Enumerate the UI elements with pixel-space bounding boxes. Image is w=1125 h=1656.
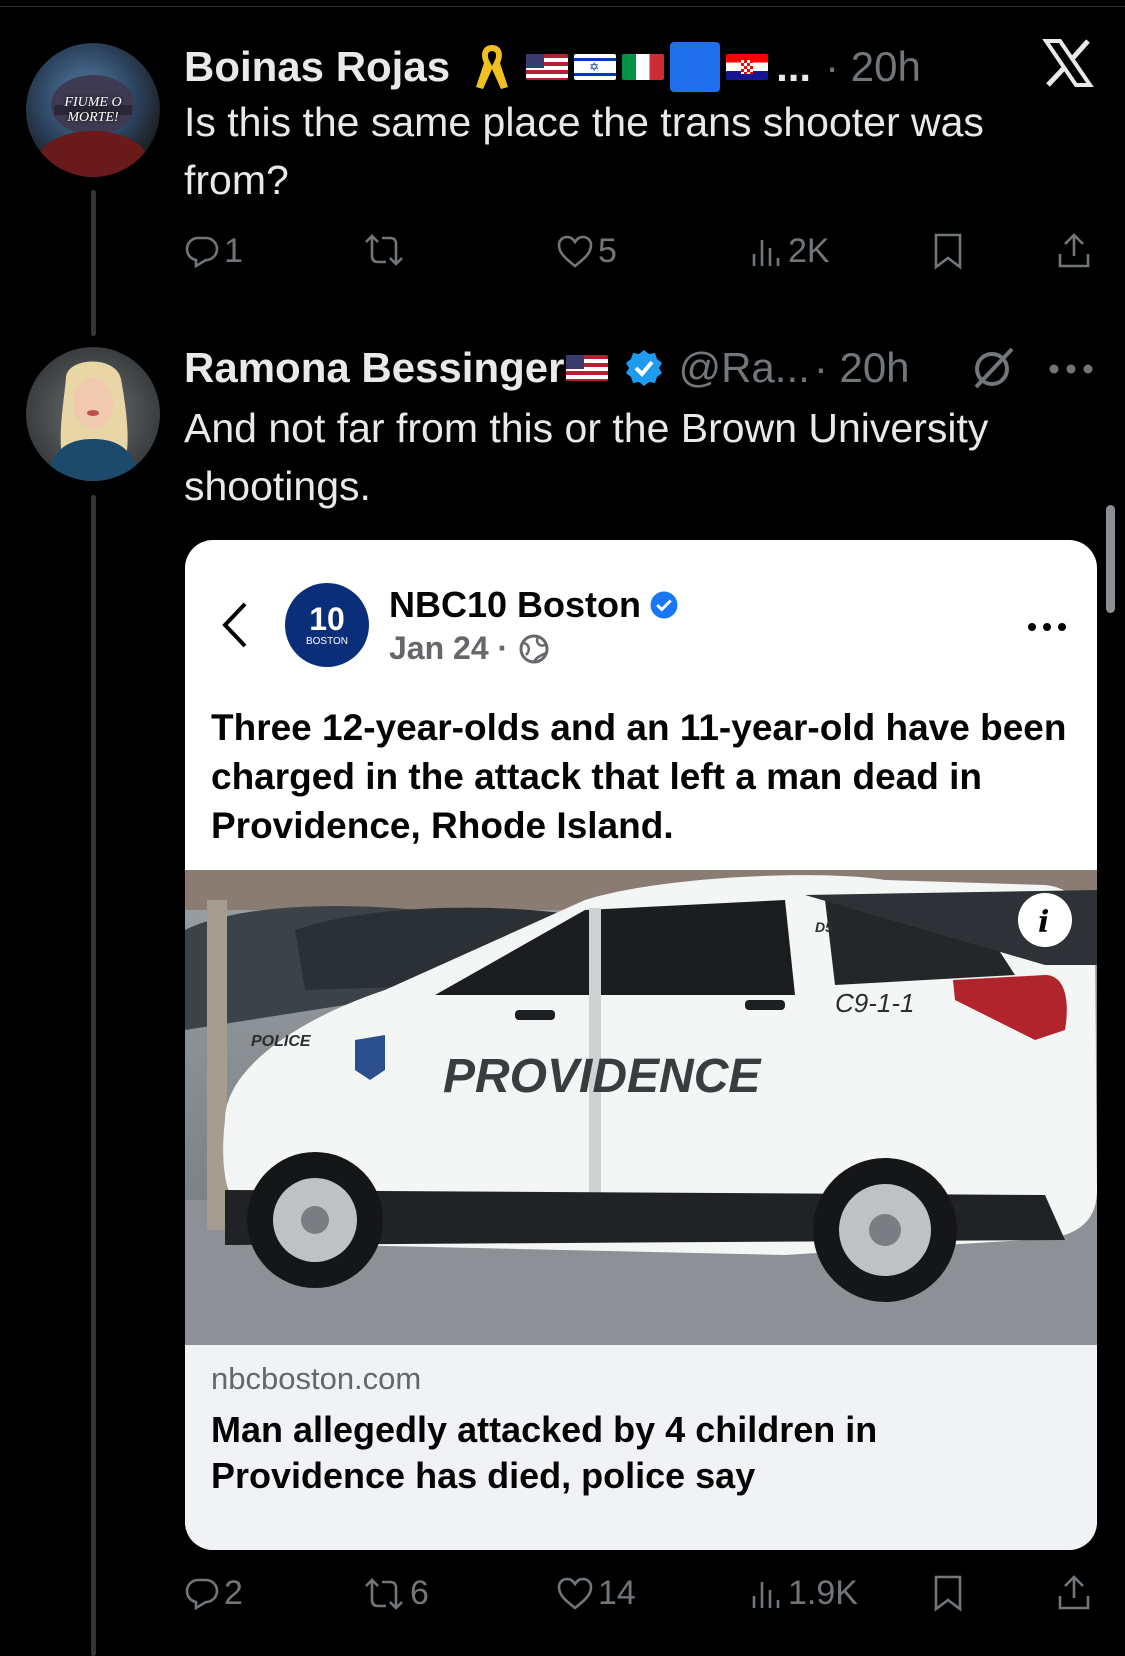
link-preview[interactable]: nbcboston.com Man allegedly attacked by …	[185, 1345, 1097, 1550]
tweet2-handle[interactable]: @Ra...	[678, 344, 809, 392]
reply-count: 2	[224, 1574, 243, 1612]
retweet-icon	[365, 234, 403, 266]
flag-us	[526, 54, 569, 80]
avatar-caption: FIUME O MORTE!	[48, 95, 138, 125]
views-count: 1.9K	[788, 1574, 858, 1612]
bookmark-icon	[934, 233, 962, 270]
tweet1-name-truncation: ...	[776, 43, 812, 90]
info-icon[interactable]: i	[1038, 905, 1049, 940]
like-icon	[557, 235, 593, 268]
retweet-icon	[365, 1577, 403, 1610]
thread-connector-continued	[91, 495, 96, 1656]
avatar-caption-line1: FIUME O	[64, 95, 122, 110]
bookmark-button[interactable]	[932, 232, 964, 270]
page-name: NBC10 Boston	[389, 584, 642, 625]
avatar-ramona-bessinger[interactable]	[26, 347, 160, 481]
tweet1-time[interactable]: · 20h	[825, 43, 921, 91]
share-button[interactable]	[1056, 1574, 1092, 1612]
share-button[interactable]	[1056, 232, 1092, 270]
tweet1-text: Is this the same place the trans shooter…	[184, 99, 984, 203]
bookmark-icon	[934, 1575, 962, 1612]
like-button[interactable]: 5	[556, 232, 617, 271]
scrollbar[interactable]	[1106, 505, 1115, 613]
share-icon	[1058, 1575, 1090, 1610]
flag-israel: ✡	[574, 54, 617, 80]
verified-icon	[650, 591, 678, 619]
views-count: 2K	[788, 232, 830, 270]
ribbon-icon	[476, 45, 509, 89]
reply-icon	[185, 1578, 219, 1610]
like-icon	[557, 1577, 593, 1610]
blue-square-emoji	[670, 42, 721, 92]
reply-button[interactable]: 2	[184, 1574, 243, 1613]
flag-croatia	[726, 54, 769, 80]
views-button[interactable]: 2K	[748, 232, 830, 271]
reply-button[interactable]: 1	[184, 232, 243, 271]
like-count: 5	[598, 232, 617, 270]
tweet2-time[interactable]: · 20h	[814, 344, 910, 392]
verified-icon	[626, 350, 663, 386]
facebook-post-header: 10 BOSTON NBC10 Boston Jan 24 ·	[185, 540, 1097, 680]
page-name-row: NBC10 Boston	[389, 584, 679, 626]
tweet2-actions: 2 6 14 1.9K	[184, 1574, 1090, 1630]
reply-count: 1	[224, 232, 243, 270]
post-date-row: Jan 24 ·	[389, 630, 550, 667]
like-count: 14	[598, 1574, 636, 1612]
embedded-post-image[interactable]: 10 BOSTON NBC10 Boston Jan 24 · Three 12…	[185, 540, 1097, 1550]
nbc10-logo: 10 BOSTON	[285, 583, 369, 667]
avatar-boinas-rojas[interactable]: FIUME O MORTE!	[26, 43, 160, 177]
like-button[interactable]: 14	[556, 1574, 636, 1613]
views-icon	[752, 1581, 780, 1608]
photo-text-providence: PROVIDENCE	[443, 1050, 762, 1103]
flag-italy	[622, 54, 665, 80]
tweet2-text: And not far from this or the Brown Unive…	[184, 405, 989, 509]
avatar-caption-line2: MORTE!	[67, 110, 119, 125]
link-domain: nbcboston.com	[211, 1361, 422, 1396]
globe-icon	[519, 634, 549, 663]
tweet1-actions: 1 5 2K	[184, 232, 1090, 288]
logo-sub: BOSTON	[305, 636, 349, 647]
tweet2-author-name[interactable]: Ramona Bessinger	[184, 344, 564, 392]
back-arrow-icon[interactable]	[219, 600, 253, 650]
retweet-button[interactable]	[362, 232, 406, 268]
more-icon[interactable]	[1048, 362, 1094, 376]
top-divider	[0, 6, 1125, 7]
bookmark-button[interactable]	[932, 1574, 964, 1612]
post-date: Jan 24 ·	[389, 630, 509, 666]
retweet-button[interactable]: 6	[362, 1574, 429, 1613]
more-icon[interactable]	[1027, 621, 1067, 633]
tweet1-header: Boinas Rojas ✡ ... · 20h	[184, 38, 921, 96]
police-car-photo: PROVIDENCE POLICE D5 C9-1-1 i	[185, 870, 1097, 1345]
post-body-text: Three 12-year-olds and an 11-year-old ha…	[211, 707, 1067, 846]
tweet1-author-name[interactable]: Boinas Rojas	[184, 43, 450, 91]
photo-text-phone: C9-1-1	[835, 988, 914, 1018]
grok-icon[interactable]	[970, 345, 1016, 391]
thread-connector	[91, 190, 96, 336]
photo-text-unit: D5	[815, 919, 833, 935]
reply-icon	[185, 236, 219, 268]
views-icon	[752, 239, 780, 266]
retweet-count: 6	[410, 1574, 429, 1612]
views-button[interactable]: 1.9K	[748, 1574, 858, 1613]
photo-text-police: POLICE	[251, 1033, 312, 1050]
x-logo-icon[interactable]	[1042, 37, 1094, 89]
logo-number: 10	[309, 601, 345, 637]
link-headline: Man allegedly attacked by 4 children in …	[211, 1409, 878, 1496]
portrait-image	[46, 361, 140, 481]
share-icon	[1058, 233, 1090, 268]
tweet2-header: Ramona Bessinger @Ra... · 20h	[184, 340, 910, 396]
flag-us-2	[566, 355, 609, 381]
